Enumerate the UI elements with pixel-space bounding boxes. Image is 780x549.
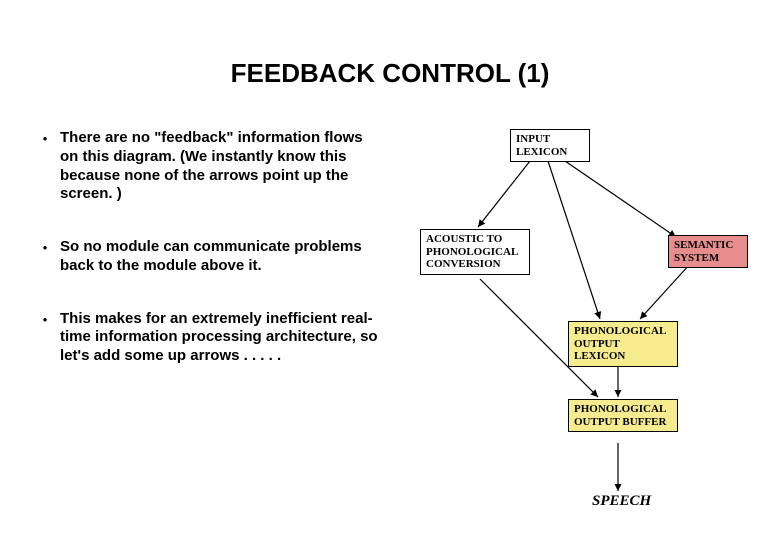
bullet-list: • There are no "feedback" information fl… bbox=[30, 129, 400, 549]
page-title: FEEDBACK CONTROL (1) bbox=[0, 0, 780, 99]
bullet-dot: • bbox=[30, 129, 60, 204]
box-input-lexicon: INPUT LEXICON bbox=[510, 129, 590, 162]
box-semantic-system: SEMANTIC SYSTEM bbox=[668, 235, 748, 268]
list-item: • This makes for an extremely inefficien… bbox=[30, 310, 380, 366]
content-area: • There are no "feedback" information fl… bbox=[0, 99, 780, 549]
speech-label: SPEECH bbox=[592, 493, 651, 510]
bullet-text: So no module can communicate problems ba… bbox=[60, 238, 380, 276]
list-item: • There are no "feedback" information fl… bbox=[30, 129, 380, 204]
box-phonological-output-lexicon: PHONOLOGICAL OUTPUT LEXICON bbox=[568, 321, 678, 367]
bullet-text: There are no "feedback" information flow… bbox=[60, 129, 380, 204]
box-phonological-output-buffer: PHONOLOGICAL OUTPUT BUFFER bbox=[568, 399, 678, 432]
bullet-text: This makes for an extremely inefficient … bbox=[60, 310, 380, 366]
diagram-area: INPUT LEXICON ACOUSTIC TO PHONOLOGICAL C… bbox=[400, 129, 760, 549]
bullet-dot: • bbox=[30, 310, 60, 366]
bullet-dot: • bbox=[30, 238, 60, 276]
box-acoustic-conversion: ACOUSTIC TO PHONOLOGICAL CONVERSION bbox=[420, 229, 530, 275]
list-item: • So no module can communicate problems … bbox=[30, 238, 380, 276]
